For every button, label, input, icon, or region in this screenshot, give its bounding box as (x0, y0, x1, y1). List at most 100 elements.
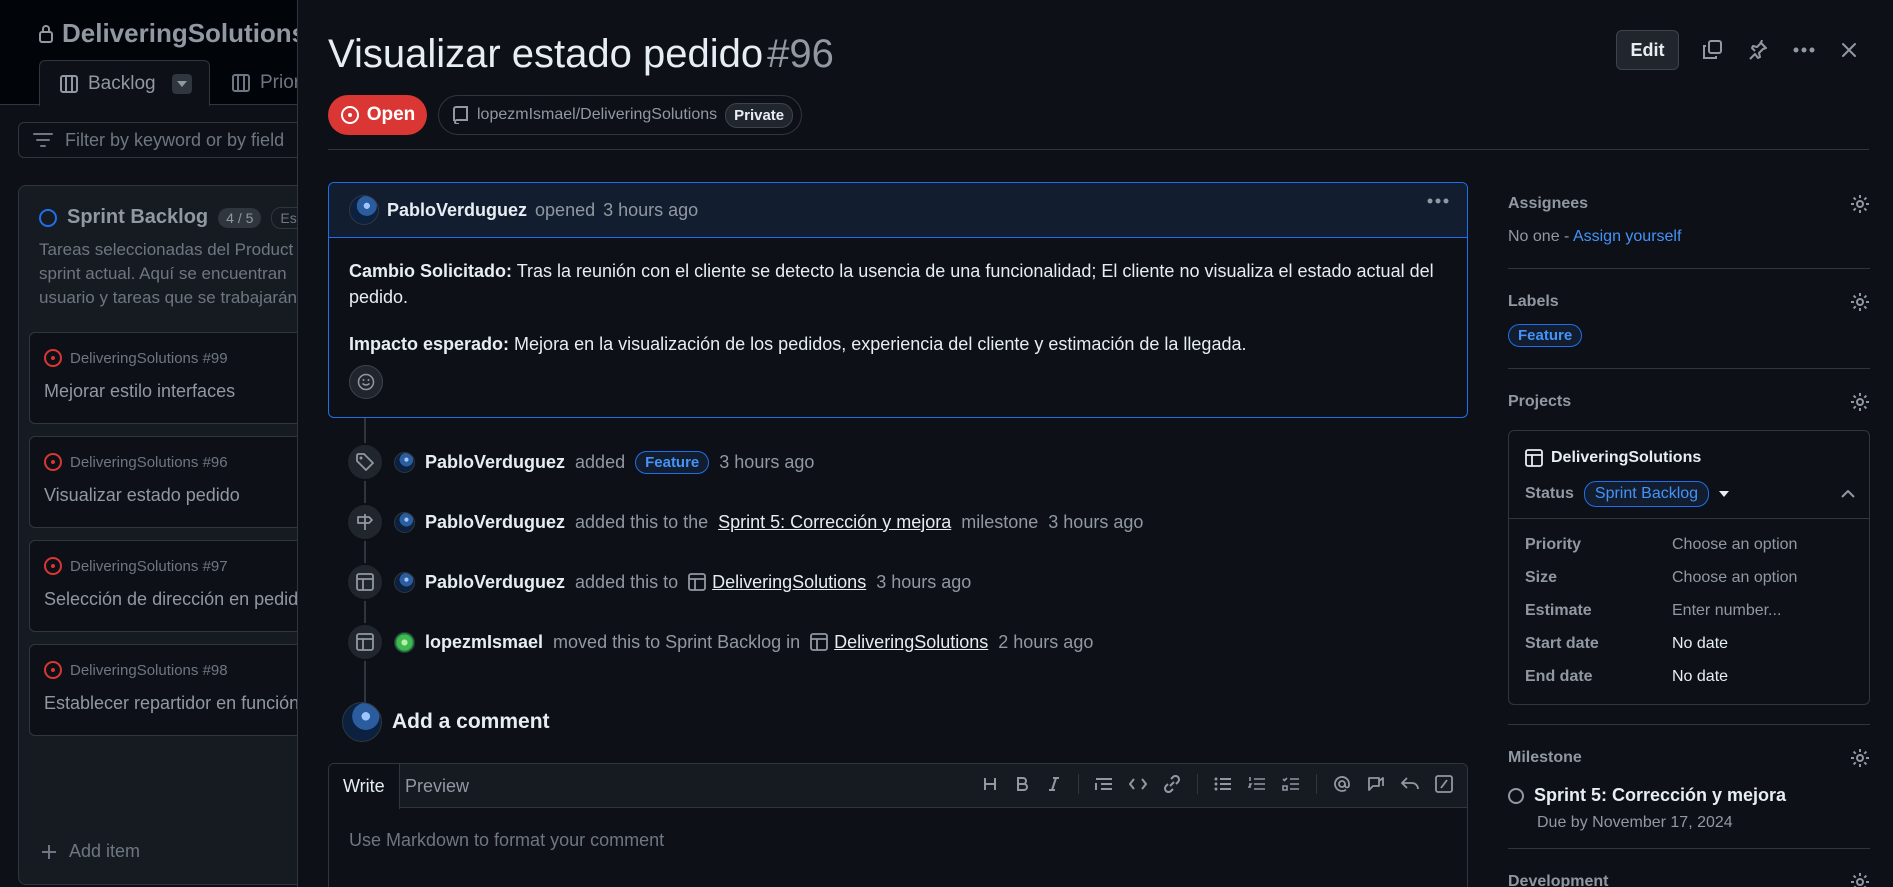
label-feature[interactable]: Feature (635, 450, 710, 474)
event-time[interactable]: 3 hours ago (719, 452, 814, 473)
project-name[interactable]: DeliveringSolutions (1551, 449, 1701, 467)
card-title: Establecer repartidor en función (44, 693, 300, 713)
add-comment-title: Add a comment (392, 710, 550, 733)
event-actor[interactable]: PabloVerduguez (425, 572, 565, 593)
more-options-icon[interactable] (1788, 34, 1820, 66)
event-time[interactable]: 3 hours ago (876, 572, 971, 593)
view-tab-backlog[interactable]: Backlog (39, 60, 210, 106)
board-header: DeliveringSolutions Backlog Prior (0, 0, 300, 106)
task-list-icon[interactable] (1282, 776, 1300, 792)
view-options-button[interactable] (171, 73, 192, 94)
field-name: Size (1525, 569, 1558, 586)
filter-placeholder: Filter by keyword or by field (65, 129, 285, 150)
project-link[interactable]: DeliveringSolutions (834, 632, 988, 653)
field-estimate[interactable]: Estimate Enter number... (1525, 602, 1855, 620)
avatar[interactable] (394, 571, 415, 593)
heading-icon[interactable] (982, 776, 998, 792)
status-pill[interactable]: Sprint Backlog (1583, 481, 1710, 507)
copy-icon[interactable] (1696, 34, 1728, 66)
label-feature[interactable]: Feature (1508, 324, 1583, 347)
view-tab-priority[interactable]: Prior (232, 72, 300, 94)
gear-icon[interactable] (1850, 292, 1870, 312)
ordered-list-icon[interactable] (1248, 776, 1266, 792)
gear-icon[interactable] (1850, 872, 1870, 887)
status-badge-open: Open (328, 95, 427, 135)
repo-badge[interactable]: lopezmIsmael/DeliveringSolutions Private (438, 95, 803, 135)
timeline-event: PabloVerduguez added this to the Sprint … (346, 503, 1143, 541)
timeline-event: PabloVerduguez added this to DeliveringS… (346, 563, 971, 601)
field-value: Choose an option (1672, 536, 1798, 553)
gear-icon[interactable] (1850, 194, 1870, 214)
reply-icon[interactable] (1401, 776, 1419, 792)
add-reaction-button[interactable] (349, 365, 383, 399)
event-actor[interactable]: lopezmIsmael (425, 632, 543, 653)
board-card[interactable]: DeliveringSolutions #96 Visualizar estad… (29, 436, 300, 528)
filter-icon (33, 132, 53, 148)
column-description: Tareas seleccionadas del Product sprint … (39, 240, 297, 307)
assign-yourself-link[interactable]: Assign yourself (1573, 228, 1682, 245)
board-card[interactable]: DeliveringSolutions #98 Establecer repar… (29, 644, 300, 736)
field-name: Priority (1525, 536, 1582, 553)
milestone-link[interactable]: Sprint 5: Corrección y mejora (718, 512, 951, 533)
close-icon[interactable] (1833, 34, 1865, 66)
board-card[interactable]: DeliveringSolutions #99 Mejorar estilo i… (29, 332, 300, 424)
event-text: moved this to Sprint Backlog in (553, 631, 801, 652)
status-dropdown-icon[interactable] (1719, 491, 1730, 497)
tab-write[interactable]: Write (329, 764, 400, 809)
chevron-up-icon[interactable] (1841, 490, 1855, 498)
mention-icon[interactable] (1333, 775, 1351, 793)
field-end-date[interactable]: End date No date (1525, 668, 1855, 686)
quote-icon[interactable] (1095, 776, 1113, 792)
slash-commands-icon[interactable] (1435, 775, 1453, 793)
pin-icon[interactable] (1742, 34, 1774, 66)
board-title: DeliveringSolutions (38, 18, 300, 49)
card-title: Visualizar estado pedido (44, 485, 240, 505)
comment-author[interactable]: PabloVerduguez (387, 200, 527, 221)
field-size[interactable]: Size Choose an option (1525, 569, 1855, 587)
status-circle-icon (39, 208, 57, 227)
open-issue-icon (44, 661, 62, 679)
projects-section: Projects (1508, 392, 1870, 412)
milestone-name[interactable]: Sprint 5: Corrección y mejora (1534, 785, 1786, 806)
event-actor[interactable]: PabloVerduguez (425, 452, 565, 473)
tag-icon (346, 443, 384, 481)
event-text: added this to the (575, 511, 709, 532)
project-link[interactable]: DeliveringSolutions (712, 572, 866, 593)
event-time[interactable]: 2 hours ago (998, 632, 1093, 653)
italic-icon[interactable] (1046, 776, 1062, 792)
field-value: Choose an option (1672, 569, 1798, 586)
tab-preview[interactable]: Preview (391, 764, 483, 809)
link-icon[interactable] (1163, 775, 1181, 793)
avatar[interactable] (394, 631, 415, 653)
event-time[interactable]: 3 hours ago (1048, 512, 1143, 533)
development-section: Development (1508, 872, 1870, 887)
section-title: Development (1508, 873, 1609, 887)
comment-options-icon[interactable] (1427, 198, 1449, 204)
reference-icon[interactable] (1367, 775, 1385, 793)
divider (1508, 724, 1870, 725)
project-icon (688, 573, 707, 591)
field-priority[interactable]: Priority Choose an option (1525, 536, 1855, 554)
field-name: Estimate (1525, 602, 1592, 619)
bold-icon[interactable] (1014, 776, 1030, 792)
avatar[interactable] (349, 195, 379, 225)
opened-text: opened (535, 199, 596, 220)
avatar[interactable] (394, 451, 415, 473)
divider (1508, 848, 1870, 849)
gear-icon[interactable] (1850, 748, 1870, 768)
avatar[interactable] (394, 511, 415, 533)
unordered-list-icon[interactable] (1214, 776, 1232, 792)
comment-textarea[interactable]: Use Markdown to format your comment (329, 808, 1467, 873)
code-icon[interactable] (1129, 776, 1147, 792)
comment-body: Cambio Solicitado: Tras la reunión con e… (329, 238, 1467, 357)
comment-paragraph: Cambio Solicitado: Tras la reunión con e… (349, 258, 1447, 310)
board-card[interactable]: DeliveringSolutions #97 Selección de dir… (29, 540, 300, 632)
filter-input[interactable]: Filter by keyword or by field (18, 122, 300, 158)
field-value: Enter number... (1672, 602, 1782, 619)
event-actor[interactable]: PabloVerduguez (425, 512, 565, 533)
add-item-button[interactable]: Add item (41, 841, 140, 862)
edit-button[interactable]: Edit (1616, 30, 1679, 70)
opened-time[interactable]: 3 hours ago (603, 200, 698, 221)
gear-icon[interactable] (1850, 392, 1870, 412)
field-start-date[interactable]: Start date No date (1525, 635, 1855, 653)
